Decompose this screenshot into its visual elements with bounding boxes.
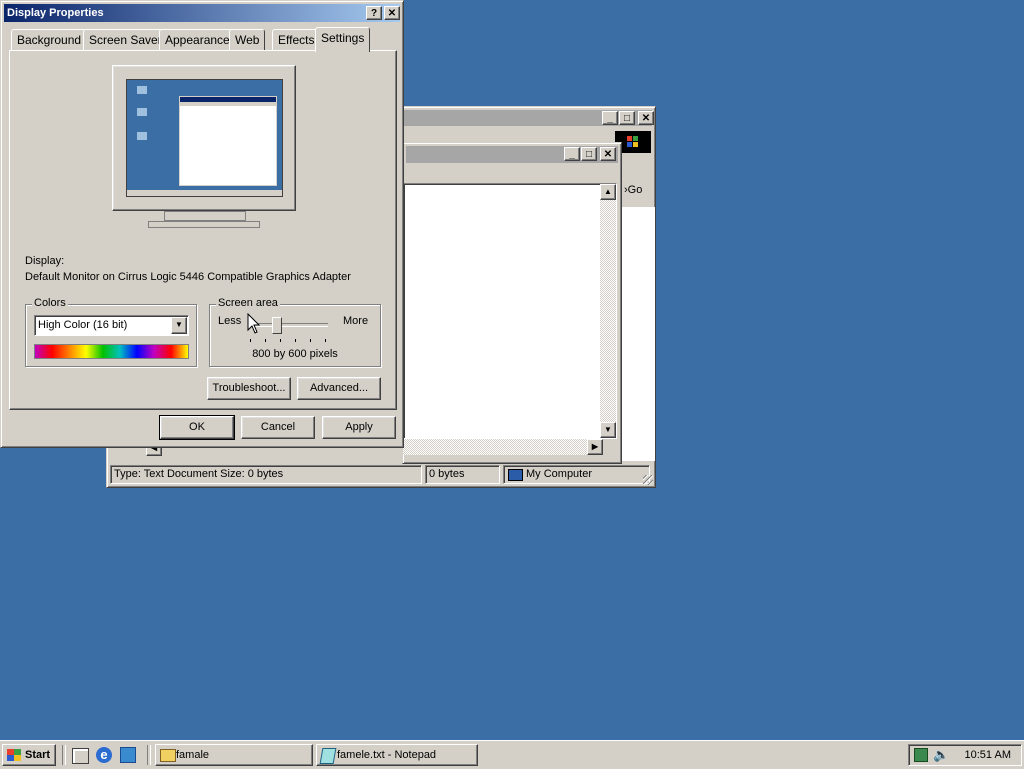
more-label: More	[343, 315, 369, 327]
windows-flag-icon	[7, 749, 21, 761]
tab-effects[interactable]: Effects	[272, 29, 321, 51]
cancel-button[interactable]: Cancel	[241, 416, 315, 439]
resize-grip-icon[interactable]	[643, 475, 653, 485]
close-button[interactable]: ✕	[384, 6, 400, 20]
colors-group-label: Colors	[32, 297, 68, 309]
go-button[interactable]: ›Go	[619, 179, 655, 201]
explorer-close-button[interactable]: ✕	[638, 111, 654, 125]
explorer-statusbar: Type: Text Document Size: 0 bytes 0 byte…	[110, 465, 650, 484]
system-tray: 🔈 10:51 AM	[908, 744, 1022, 766]
ok-button[interactable]: OK	[159, 415, 235, 440]
volume-icon[interactable]: 🔈	[933, 748, 949, 762]
tab-web[interactable]: Web	[229, 29, 266, 51]
notepad-text-area[interactable]: ▲ ▼	[403, 183, 617, 439]
notepad-close-button[interactable]: ✕	[600, 147, 616, 161]
tab-appearance[interactable]: Appearance	[159, 29, 236, 51]
scroll-up-button[interactable]: ▲	[600, 184, 616, 200]
screen-area-slider[interactable]	[250, 317, 328, 347]
task-separator	[147, 745, 151, 765]
notepad-maximize-button[interactable]: □	[581, 147, 597, 161]
status-size: 0 bytes	[425, 465, 500, 484]
go-label: Go	[627, 184, 643, 196]
my-computer-icon	[508, 469, 523, 481]
task-notepad-label: famele.txt - Notepad	[337, 749, 437, 761]
screen-area-group: Screen area Less More 800 by 600 pixels	[209, 297, 381, 367]
quicklaunch-separator	[62, 745, 66, 765]
tab-background[interactable]: Background	[11, 29, 88, 51]
resolution-label: 800 by 600 pixels	[252, 348, 338, 360]
display-label: Display:	[25, 255, 65, 267]
scroll-down-button[interactable]: ▼	[600, 422, 616, 438]
show-desktop-icon[interactable]	[72, 748, 89, 764]
dialog-title: Display Properties	[7, 7, 104, 19]
start-label: Start	[25, 749, 51, 761]
explorer-minimize-button[interactable]: _	[602, 111, 618, 125]
less-label: Less	[218, 315, 242, 327]
explorer-maximize-button[interactable]: □	[619, 111, 635, 125]
slider-thumb[interactable]	[272, 317, 282, 334]
explorer-content-area	[621, 207, 655, 461]
colors-select[interactable]: High Color (16 bit) ▼	[34, 315, 189, 336]
color-spectrum-bar	[34, 344, 189, 359]
start-button[interactable]: Start	[2, 744, 56, 766]
mouse-cursor-icon	[247, 313, 261, 334]
internet-explorer-icon[interactable]: e	[96, 747, 112, 763]
display-properties-dialog: Display Properties ? ✕ Background Screen…	[0, 0, 404, 448]
colors-group: Colors High Color (16 bit) ▼	[25, 297, 197, 367]
status-type: Type: Text Document Size: 0 bytes	[110, 465, 422, 484]
outlook-express-icon[interactable]	[120, 747, 136, 763]
settings-panel: Display: Default Monitor on Cirrus Logic…	[9, 50, 397, 410]
display-value: Default Monitor on Cirrus Logic 5446 Com…	[25, 271, 351, 283]
task-famale[interactable]: famale	[155, 744, 313, 766]
network-icon[interactable]	[914, 748, 928, 762]
task-famale-label: famale	[176, 749, 210, 761]
notepad-window: _ □ ✕ ▲ ▼ ▶	[402, 142, 622, 464]
colors-select-value: High Color (16 bit)	[38, 319, 128, 331]
notepad-icon	[319, 748, 337, 764]
tab-screen-saver[interactable]: Screen Saver	[83, 29, 168, 51]
tab-settings[interactable]: Settings	[315, 27, 371, 52]
notepad-minimize-button[interactable]: _	[564, 147, 580, 161]
monitor-preview-icon	[112, 65, 296, 228]
task-notepad[interactable]: famele.txt - Notepad	[316, 744, 478, 766]
advanced-button[interactable]: Advanced...	[297, 377, 381, 400]
dialog-titlebar[interactable]: Display Properties	[4, 4, 400, 22]
troubleshoot-button[interactable]: Troubleshoot...	[207, 377, 291, 400]
status-location: My Computer	[503, 465, 650, 484]
apply-button[interactable]: Apply	[322, 416, 396, 439]
scroll-right-button[interactable]: ▶	[587, 439, 603, 455]
notepad-hscroll[interactable]: ▶	[403, 439, 603, 455]
notepad-vscrollbar[interactable]: ▲ ▼	[600, 184, 616, 438]
chevron-down-icon[interactable]: ▼	[171, 317, 187, 334]
clock[interactable]: 10:51 AM	[965, 749, 1011, 761]
folder-icon	[160, 749, 176, 762]
notepad-menubar	[406, 165, 618, 183]
taskbar: Start e famale famele.txt - Notepad 🔈 10…	[0, 740, 1024, 769]
screen-area-group-label: Screen area	[216, 297, 280, 309]
status-location-label: My Computer	[526, 468, 593, 480]
help-button[interactable]: ?	[366, 6, 382, 20]
